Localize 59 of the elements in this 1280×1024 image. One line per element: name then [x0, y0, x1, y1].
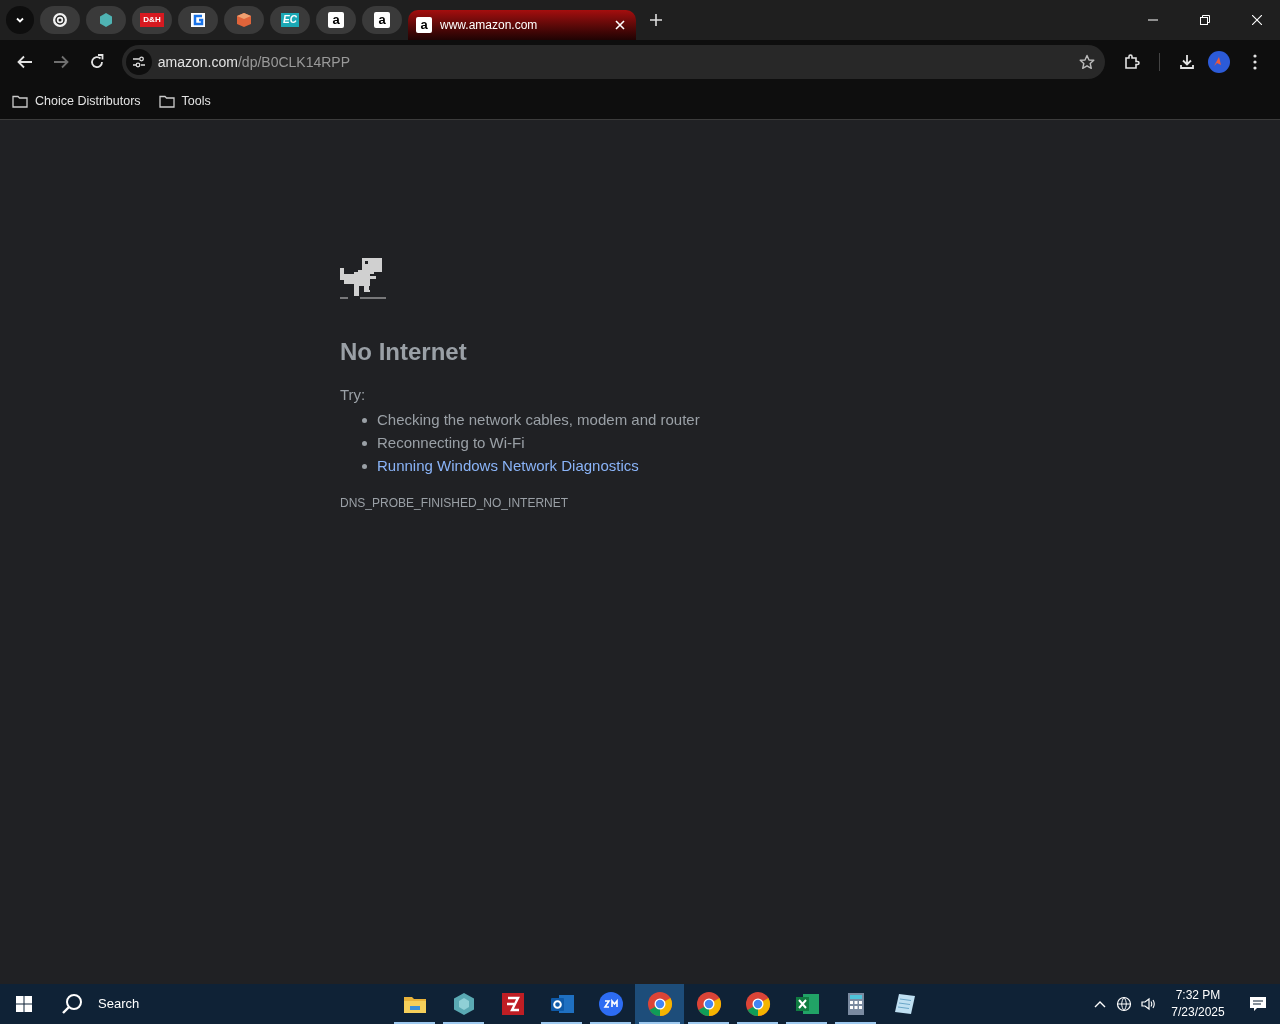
close-icon: [615, 20, 625, 30]
folder-icon: [12, 95, 28, 108]
profile-avatar[interactable]: [1208, 51, 1231, 73]
back-arrow-icon: [15, 53, 34, 71]
pinned-tab[interactable]: D&H: [132, 6, 172, 34]
hexagon-icon: [98, 12, 114, 28]
zoom-logo-icon: [596, 990, 625, 1018]
logo-icon: D&H: [140, 13, 164, 27]
dinosaur-icon: [340, 256, 386, 302]
bullet: [362, 463, 367, 469]
bookmark-folder[interactable]: Tools: [158, 92, 211, 111]
puzzle-piece-icon: [1123, 53, 1142, 71]
folder-icon: [158, 95, 175, 108]
try-label: Try:: [340, 385, 367, 405]
cube-icon: [236, 12, 252, 28]
restore-icon: [1200, 15, 1210, 25]
chrome-logo-icon: [743, 990, 772, 1018]
pinned-tab[interactable]: [40, 6, 80, 34]
bullet: [362, 440, 367, 446]
logo-icon: EC: [281, 13, 299, 27]
download-icon: [1178, 53, 1197, 71]
notifications-icon: [1249, 995, 1267, 1013]
search-icon: [60, 992, 84, 1016]
suggestion-text: Reconnecting to Wi-Fi: [377, 432, 525, 453]
chrome-logo-icon: [694, 990, 723, 1018]
amazon-logo-icon: a: [416, 17, 432, 33]
suggestion-text: Checking the network cables, modem and router: [377, 409, 700, 430]
error-heading: No Internet: [340, 340, 468, 364]
error-code: DNS_PROBE_FINISHED_NO_INTERNET: [340, 494, 570, 512]
amazon-logo-icon: a: [374, 12, 390, 28]
site-settings-icon[interactable]: [125, 49, 152, 75]
url-text: amazon.com/dp/B0CLK14RPP: [157, 52, 352, 72]
clock[interactable]: 7:32 PM 7/23/2025: [1160, 984, 1236, 1024]
swirl-icon: [52, 12, 68, 28]
speaker-icon: [1140, 996, 1156, 1012]
pinned-tab[interactable]: [86, 6, 126, 34]
logo-icon: [190, 12, 206, 28]
globe-icon: [1116, 996, 1132, 1012]
diagnostics-link[interactable]: Running Windows Network Diagnostics: [377, 454, 639, 478]
pinned-tab[interactable]: a: [362, 6, 402, 34]
bullet: [362, 417, 367, 423]
star-icon: [1079, 54, 1096, 70]
tab-search-button[interactable]: [6, 6, 34, 34]
search-button[interactable]: Search: [48, 984, 348, 1024]
browser-tab[interactable]: a www.amazon.com: [408, 10, 636, 40]
tab-title: www.amazon.com: [440, 17, 539, 34]
amazon-logo-icon: a: [328, 12, 344, 28]
menu-icon: [1253, 54, 1257, 70]
address-bar[interactable]: amazon.com/dp/B0CLK14RPP: [121, 45, 1106, 79]
pinned-tab[interactable]: a: [316, 6, 356, 34]
plus-icon: [650, 14, 662, 26]
chrome-logo-icon: [645, 990, 674, 1018]
bookmark-folder[interactable]: Choice Distributors: [12, 92, 141, 111]
close-icon: [1252, 15, 1262, 25]
sliders-icon: [131, 56, 146, 68]
pinned-tab[interactable]: [224, 6, 264, 34]
forward-arrow-icon: [51, 53, 70, 71]
pinned-tab[interactable]: [178, 6, 218, 34]
windows-logo-icon: [16, 996, 32, 1012]
